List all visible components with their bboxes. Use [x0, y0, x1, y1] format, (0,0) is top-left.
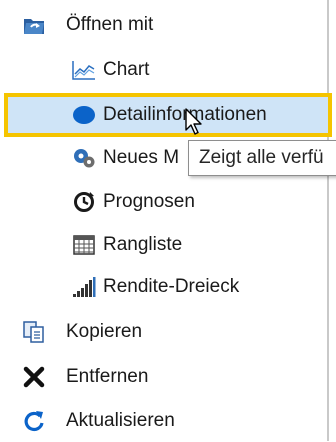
prognosen-label: Prognosen: [103, 191, 195, 212]
context-menu: Öffnen mit Chart Detailinformationen Neu…: [0, 0, 332, 442]
bar-triangle-icon: [72, 275, 96, 299]
entfernen-label: Entfernen: [66, 366, 149, 387]
blue-oval-icon: [72, 103, 96, 127]
menu-item-aktualisieren[interactable]: Aktualisieren: [0, 399, 325, 442]
gears-icon: [72, 146, 96, 170]
menu-item-open-with[interactable]: Öffnen mit: [0, 3, 325, 46]
refresh-icon: [22, 409, 46, 433]
rangliste-label: Rangliste: [103, 234, 183, 255]
kopieren-label: Kopieren: [66, 321, 143, 342]
submenu-item-rangliste[interactable]: Rangliste: [0, 223, 325, 266]
mouse-cursor-icon: [184, 108, 208, 136]
submenu-item-rendite-dreieck[interactable]: Rendite-Dreieck: [0, 265, 325, 308]
rendite-dreieck-label: Rendite-Dreieck: [103, 276, 240, 297]
submenu-item-detailinformationen[interactable]: Detailinformationen: [0, 93, 325, 136]
aktualisieren-label: Aktualisieren: [66, 410, 175, 431]
chart-label: Chart: [103, 59, 150, 80]
neues-m-label: Neues M: [103, 147, 180, 168]
open-with-icon: [22, 13, 46, 37]
ranking-grid-icon: [72, 233, 96, 257]
tooltip: Zeigt alle verfü: [188, 140, 336, 176]
forecast-icon: [72, 190, 96, 214]
submenu-item-chart[interactable]: Chart: [0, 48, 325, 91]
submenu-item-prognosen[interactable]: Prognosen: [0, 180, 325, 223]
remove-x-icon: [22, 365, 46, 389]
menu-item-entfernen[interactable]: Entfernen: [0, 355, 325, 398]
copy-icon: [22, 320, 46, 344]
menu-item-kopieren[interactable]: Kopieren: [0, 310, 325, 353]
line-chart-icon: [72, 58, 96, 82]
open-with-label: Öffnen mit: [66, 14, 154, 35]
